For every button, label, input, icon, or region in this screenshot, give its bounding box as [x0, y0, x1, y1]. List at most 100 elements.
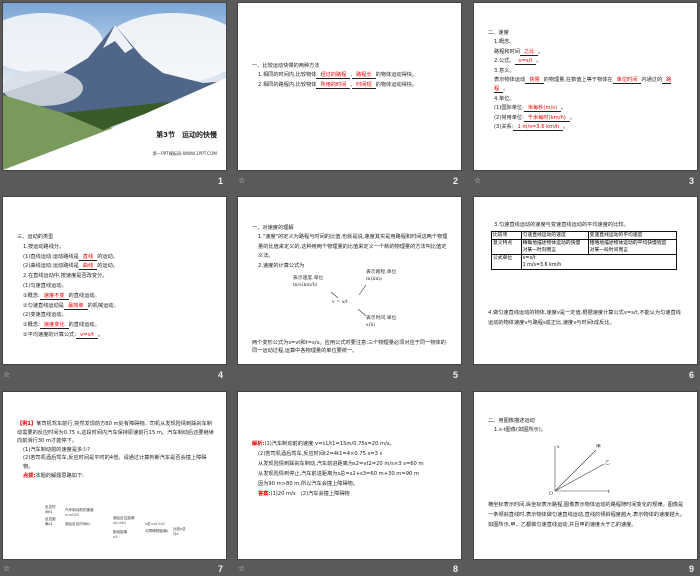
text-line: 路程和时间 之比。: [488, 48, 685, 57]
table-cell: 精确地描述物体运动的快慢 对某一时刻而言: [520, 239, 589, 255]
text-segment: (1)汽车制动前的速度 v=s1/t1=15m/0.75s=20 m/s。: [264, 441, 395, 447]
slide-thumbnail-8[interactable]: 解析:(1)汽车制动前的速度 v=s1/t1=15m/0.75s=20 m/s。…: [238, 392, 461, 559]
text-segment: 3.意义。: [494, 67, 515, 74]
text-segment: (1)直线运动:运动路线是: [23, 253, 79, 260]
slide-number-3: 3: [688, 176, 694, 186]
slide-thumbnail-9[interactable]: 二、用图像描述运动 1.s-t图像(如图所示)。 s t O 甲 乙 横坐标表示时…: [474, 392, 697, 559]
flow-node: 比较s总与s: [173, 527, 186, 536]
text-segment: ①概念:: [23, 322, 40, 329]
slide-thumbnail-3[interactable]: 二、速度 1.概念。 路程和时间 之比。 2.公式。 v=s/t。 3.意义。 表示物体运动快…: [474, 3, 697, 170]
text-segment: ②平均速度的计算公式:: [23, 331, 77, 338]
s-t-graph: [554, 446, 609, 492]
slide-thumbnail-7[interactable]: 【例1】某司机驾车前行,突然发现前方80 m处有障碍物。司机从发现险情到踩刹车制…: [3, 392, 226, 559]
text-segment: 的物理量,在数值上等于物体在: [543, 77, 613, 84]
answer-blank: 直线: [78, 253, 98, 261]
slide-thumbnail-2[interactable]: 一、比较运动快慢的两种方法 1.相同的时间内,比较物体 经过的路程, 路程长 的物体运动…: [238, 3, 461, 170]
table-header: 变速直线运动的平均速度: [587, 231, 678, 240]
answer-blank: 米每秒(m/s): [523, 105, 561, 113]
text-line: 因为90 m>80 m,所以汽车会撞上障碍物。: [252, 479, 449, 489]
x-axis-label: t: [608, 490, 610, 495]
text-segment: (2)若司机酒后驾车,反应时间t2=4t1=4×0.75 s=3 s: [258, 451, 383, 457]
y-axis-label: s: [557, 445, 560, 450]
slide-number-8: 8: [452, 564, 458, 574]
text-segment: ②匀速直线运动是: [23, 302, 64, 309]
slide-thumbnail-5[interactable]: 一、对速度的理解 1."速度"的定义为路程与时间的比值,也就是说,速度其实是用路程…: [238, 197, 461, 364]
slide-thumbnail-1[interactable]: 第3节 运动的快慢 第一PPT模板网-WWW.1PPT.COM: [3, 3, 226, 170]
slide-number-6: 6: [688, 370, 694, 380]
label-tag: 答案:: [258, 491, 271, 497]
cell-text: 粗略地描述物体运动的平均快慢程度: [589, 241, 667, 246]
star-icon[interactable]: ☆: [238, 176, 245, 185]
text-segment: (1)匀速直线运动。: [23, 282, 67, 289]
text-segment: 的运动。: [97, 263, 118, 270]
text-segment: 2.公式。: [494, 58, 515, 65]
text-line: ②匀速直线运动是 最简单 的机械运动。: [17, 302, 214, 312]
text-line: (1)匀速直线运动。: [17, 282, 214, 292]
star-icon[interactable]: ☆: [474, 176, 481, 185]
line-yi: [554, 463, 605, 492]
slide-thumbnail-6[interactable]: 3.匀速直线运动的速度与变速直线运动的平均速度的比较。 比较项 匀速直线运动的速度…: [474, 197, 697, 364]
text-line: (2)曲线运动:运动路线是 曲线 的运动。: [17, 262, 214, 272]
text-segment: 因为90 m>80 m,所以汽车会撞上障碍物。: [258, 481, 359, 487]
text-segment: 的直线运动。: [68, 322, 100, 329]
text-line: (1)直线运动:运动路线是 直线 的运动。: [17, 253, 214, 263]
star-icon[interactable]: ☆: [238, 564, 245, 573]
flow-node: 与障碍物距离s: [145, 529, 169, 533]
text-segment: 2.相同的路程内,比较物体: [258, 81, 317, 88]
line-yi-label: 乙: [605, 461, 610, 466]
text-line: ①概念: 速度不变 的直线运动。: [17, 292, 214, 302]
text-line: 从发现险情到踩刹车制动,汽车前进距离为s2=vt2=20 m/s×3 s=60 …: [252, 459, 449, 469]
question-2: (2)若司机酒后驾车,反应时间是平时的4倍。请通过计算判断汽车是否会撞上障碍物。: [23, 455, 207, 470]
cell-text: 精确地描述物体运动的快慢: [522, 241, 581, 246]
slide-text: 二、速度 1.概念。 路程和时间 之比。 2.公式。 v=s/t。 3.意义。 表示物体运动快…: [488, 29, 685, 132]
text-line: 一、比较运动快慢的两种方法: [252, 62, 449, 71]
text-segment: 内通过的: [641, 77, 663, 84]
slide-thumbnail-4[interactable]: 三、运动的类型 1.按运动路线分。 (1)直线运动:运动路线是 直线 的运动。 (2)曲线…: [3, 197, 226, 364]
answer-blank: 千米每时(km/h): [523, 114, 570, 122]
text-line: (1)国际单位: 米每秒(m/s)。: [488, 104, 685, 113]
text-line: ①概念: 速度变化 的直线运动。: [17, 321, 214, 331]
graph-explanation: 横坐标表示时间,纵坐标表示路程,图像表示物体运动的路程随时间变化的规律。图像是一…: [488, 502, 685, 528]
flow-node: 汽车制动前的速度v=s1/t1: [65, 508, 94, 517]
cell-text: 1 m/s=3.6 km/h: [522, 263, 562, 268]
text-segment: (2)常用单位:: [494, 114, 524, 121]
text-segment: 1.按运动路线分。: [23, 243, 65, 250]
star-icon[interactable]: ☆: [3, 370, 10, 379]
text-segment: 的机械运动。: [87, 302, 119, 309]
text-segment: 一、比较运动快慢的两种方法: [252, 63, 320, 69]
slide-number-5: 5: [452, 370, 458, 380]
line-jia-label: 甲: [596, 445, 601, 450]
text-line: 表示物体运动 快慢 的物理量,在数值上等于物体在 单位时间 内通过的 路程。: [488, 76, 685, 95]
question-1: (1)汽车制动前的速度是多少?: [23, 446, 91, 453]
star-icon[interactable]: ☆: [3, 564, 10, 573]
answer-blank: 单位时间: [612, 77, 642, 85]
text-segment: (3)关系:: [494, 124, 514, 131]
text-line: 1.相同的时间内,比较物体 经过的路程, 路程长 的物体运动得快。: [252, 71, 449, 80]
hint-text: 本题的解题思路如下:: [35, 472, 84, 479]
flow-node: 酒后反应时间t2: [65, 522, 91, 526]
answer-blank: 之比: [519, 48, 539, 56]
slide-number-1: 1: [217, 176, 223, 186]
table-heading: 3.匀速直线运动的速度与变速直线运动的平均速度的比较。: [494, 222, 629, 228]
text-segment: 4.单位。: [494, 95, 515, 102]
cell-text: 对某一段时间而言: [589, 248, 629, 253]
comparison-table: 比较项 匀速直线运动的速度 变速直线运动的平均速度 意义特点 精确地描述物体运动的快…: [491, 231, 678, 270]
text-line: 4.单位。: [488, 95, 685, 104]
slide-subtitle: 第一PPT模板网-WWW.1PPT.COM: [152, 151, 217, 156]
text-segment: 。: [560, 105, 567, 112]
text-line: (2)常用单位: 千米每时(km/h)。: [488, 114, 685, 123]
text-segment: 。: [98, 331, 104, 338]
answer-blank: 最简单: [63, 302, 88, 310]
answer-blank: 速度不变: [39, 292, 69, 300]
text-line: 解析:(1)汽车制动前的速度 v=s1/t1=15m/0.75s=20 m/s。: [252, 439, 449, 449]
answer-blank: 速度变化: [39, 322, 69, 330]
text-segment: 从发现险情到停止,汽车前进距离为s总=s2+s3=60 m+30 m=90 m: [258, 471, 420, 477]
text-segment: 的物体运动得快。: [375, 81, 418, 88]
cell-text: 对某一时刻而言: [522, 248, 557, 253]
text-segment: 。: [563, 124, 569, 131]
example-tag: 【例1】: [17, 421, 37, 427]
line-jia: [554, 449, 597, 492]
text-line: 2.在直线运动中,按速度是否改变分。: [17, 272, 214, 282]
answer-blank: v=s/t: [76, 331, 98, 339]
slide-title: 第3节 运动的快慢: [156, 131, 217, 139]
